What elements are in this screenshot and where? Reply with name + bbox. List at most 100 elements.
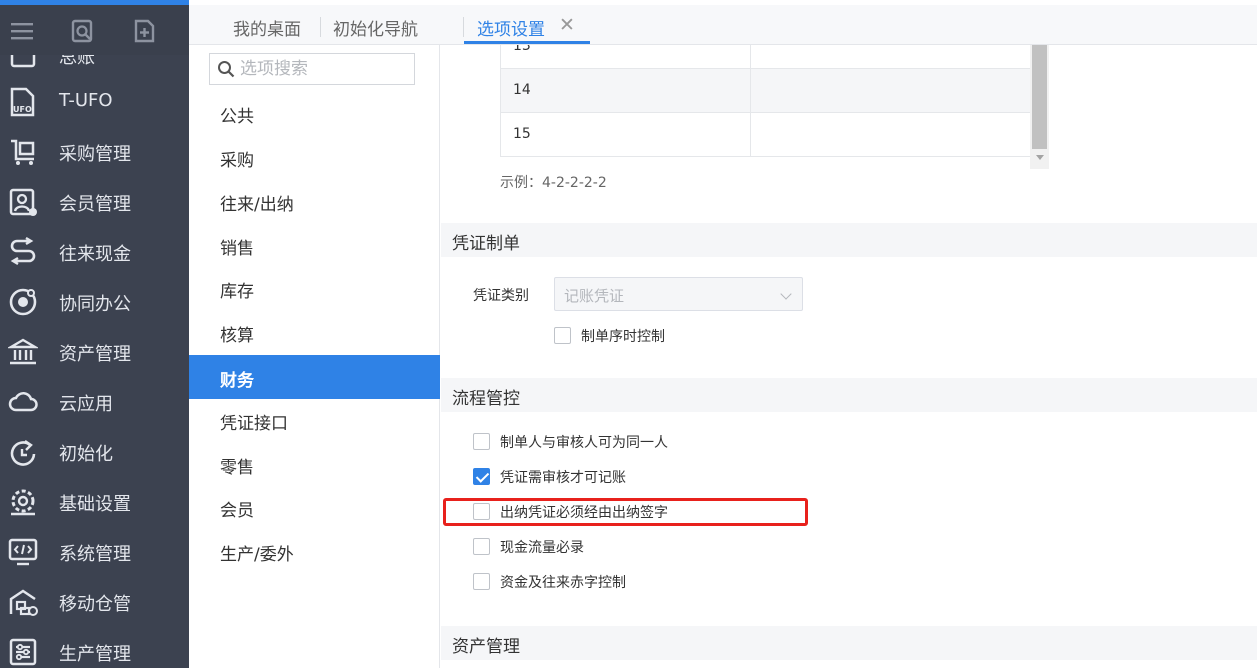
nav-item-label: 往来现金 [59,244,131,265]
nav-toolbar [0,5,189,55]
tab-init-guide[interactable]: 初始化导航 [333,15,418,40]
category-label: 核算 [220,326,254,346]
nav-item-mobile-warehouse[interactable]: 移动仓管 [0,577,189,627]
cell-divider [750,113,751,157]
nav-item-member[interactable]: 会员管理 [0,177,189,227]
category-item[interactable]: 会员 [189,485,440,529]
active-tab-indicator [464,41,590,44]
nav-item-label: 移动仓管 [59,594,131,615]
exchange-icon [10,237,36,266]
nav-item-production[interactable]: 生产管理 [0,627,189,668]
category-item[interactable]: 库存 [189,266,440,310]
category-item[interactable]: 核算 [189,310,440,354]
table-row[interactable]: 15 [501,113,1031,157]
nav-item-label: 协同办公 [59,294,131,315]
option-checkbox[interactable] [473,468,490,485]
voucher-type-select[interactable]: 记账凭证 [554,277,803,311]
table-cell: 13 [513,45,531,54]
category-item[interactable]: 凭证接口 [189,398,440,442]
member-icon [9,188,37,216]
cell-divider [750,69,751,113]
option-checkbox[interactable] [473,503,490,520]
option-label: 资金及往来赤字控制 [500,575,626,591]
nav-item-label: 生产管理 [59,644,131,665]
nav-item-assets[interactable]: 资产管理 [0,327,189,377]
section-title: 凭证制单 [452,234,520,254]
option-checkbox[interactable] [473,538,490,555]
voucher-type-value: 记账凭证 [564,287,625,305]
option-search-box [209,53,415,85]
nav-item-label: T-UFO [59,90,113,111]
table-row[interactable]: 14 [501,69,1031,113]
tab-bar: 我的桌面 初始化导航 选项设置 ✕ [189,5,1257,45]
menu-icon[interactable] [10,19,34,43]
voucher-type-label: 凭证类别 [473,288,529,304]
table-cell: 14 [513,82,531,98]
cell-divider [750,45,751,69]
nav-item-base-settings[interactable]: 基础设置 [0,477,189,527]
nav-item-label: 系统管理 [59,544,131,565]
add-doc-icon[interactable] [132,19,156,43]
category-item-finance[interactable]: 财务 [189,355,440,399]
option-category-panel: 公共 采购 往来/出纳 销售 库存 核算 财务 凭证接口 零售 会员 生产/委外 [189,45,440,668]
scroll-down-arrow-icon[interactable] [1036,155,1044,160]
search-icon[interactable] [217,60,235,78]
category-label: 会员 [220,501,254,521]
tab-divider [463,17,464,37]
bank-icon [8,338,38,365]
code-example-text: 示例：4-2-2-2-2 [500,175,607,191]
option-label: 凭证需审核才可记账 [500,470,626,486]
options-content: 13 14 15 示例：4-2-2-2-2 凭证制单 凭证类别 记账凭证 制单序… [441,45,1257,668]
category-item[interactable]: 采购 [189,135,440,179]
close-icon[interactable]: ✕ [559,14,575,36]
nav-item-t-ufo[interactable]: UFO T-UFO [0,77,189,127]
category-item[interactable]: 销售 [189,223,440,267]
category-label: 生产/委外 [220,545,294,565]
cart-icon [11,139,35,165]
search-doc-icon[interactable] [71,19,95,43]
option-checkbox[interactable] [473,573,490,590]
table-row[interactable]: 13 [501,45,1031,69]
init-icon [10,440,36,466]
warehouse-icon [9,589,38,616]
chevron-down-icon [780,288,792,300]
option-checkbox[interactable] [473,433,490,450]
tab-options-settings[interactable]: 选项设置 [477,15,545,40]
code-level-table: 13 14 15 [500,45,1031,157]
category-item[interactable]: 零售 [189,442,440,486]
category-item[interactable]: 公共 [189,91,440,135]
category-label: 往来/出纳 [220,195,294,215]
section-title: 资产管理 [452,637,520,657]
nav-item-label: 采购管理 [59,144,131,165]
seq-control-checkbox[interactable] [554,327,571,344]
nav-item-purchase[interactable]: 采购管理 [0,127,189,177]
tab-divider [320,17,321,37]
nav-item-system[interactable]: 系统管理 [0,527,189,577]
category-label: 零售 [220,458,254,478]
category-label: 销售 [220,239,254,259]
category-item[interactable]: 生产/委外 [189,529,440,573]
collab-icon [9,288,37,316]
nav-item-cloud[interactable]: 云应用 [0,377,189,427]
category-item[interactable]: 往来/出纳 [189,179,440,223]
option-label: 制单人与审核人可为同一人 [500,435,668,451]
table-scrollbar[interactable] [1030,45,1049,169]
nav-item-label: 基础设置 [59,494,131,515]
gear-icon [11,489,35,516]
left-navigation: 总账 UFO T-UFO 采购管理 会员管理 往来现金 协同办公 资产管理 云应… [0,0,189,668]
nav-item-label: 初始化 [59,444,113,465]
nav-item-label: 云应用 [59,394,113,415]
section-process-control: 流程管控 [441,378,1257,412]
nav-item-label: 资产管理 [59,344,131,365]
nav-item-cash[interactable]: 往来现金 [0,227,189,277]
ufo-icon: UFO [10,87,35,117]
section-voucher: 凭证制单 [441,223,1257,257]
nav-item-label: 会员管理 [59,194,131,215]
option-search-input[interactable] [240,58,410,80]
nav-item-init[interactable]: 初始化 [0,427,189,477]
category-label: 凭证接口 [220,414,288,434]
monitor-code-icon [8,538,38,566]
nav-item-collab[interactable]: 协同办公 [0,277,189,327]
tab-my-desktop[interactable]: 我的桌面 [233,15,301,40]
scrollbar-thumb[interactable] [1032,45,1047,149]
